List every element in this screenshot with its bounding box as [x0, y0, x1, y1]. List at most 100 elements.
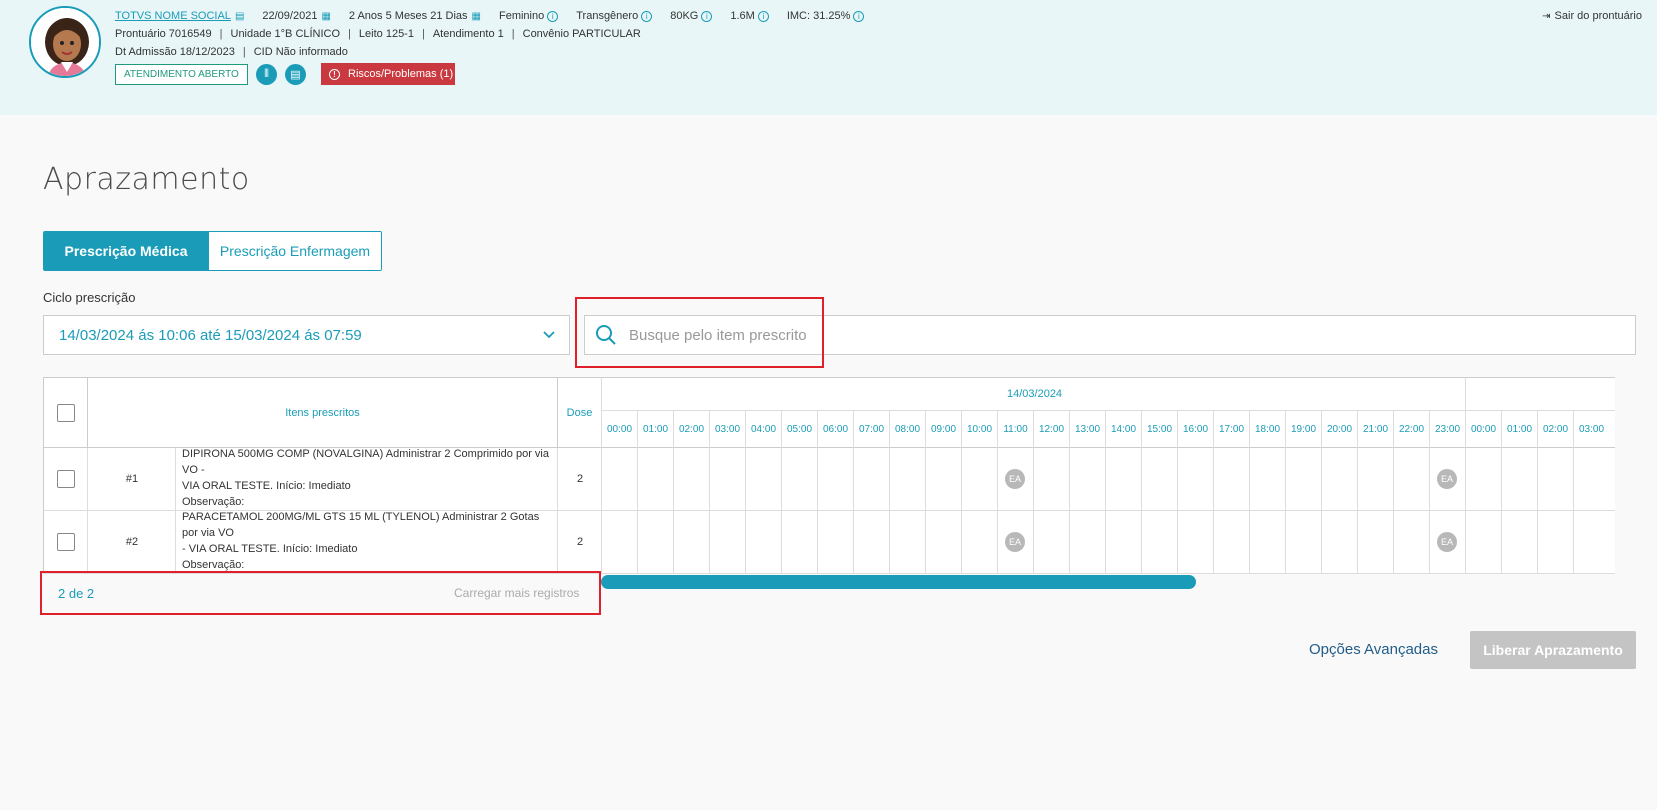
header-dose-label: Dose: [566, 406, 593, 419]
schedule-cell[interactable]: [1069, 448, 1105, 511]
admission-date: Dt Admissão 18/12/2023: [115, 46, 235, 58]
date-label: 14/03/2024: [1007, 388, 1063, 400]
risks-button[interactable]: ! Riscos/Problemas (1): [321, 63, 455, 85]
schedule-cell[interactable]: [1465, 511, 1501, 574]
row-checkbox[interactable]: [57, 470, 75, 488]
schedule-cell[interactable]: [889, 511, 925, 574]
date-band: [1465, 377, 1615, 411]
schedule-cell[interactable]: [709, 511, 745, 574]
patient-admission-row: Dt Admissão 18/12/2023 | CID Não informad…: [115, 46, 348, 58]
schedule-cell[interactable]: [925, 448, 961, 511]
schedule-cell[interactable]: [889, 448, 925, 511]
schedule-cell[interactable]: [1393, 511, 1429, 574]
schedule-cell[interactable]: [1357, 448, 1393, 511]
exit-record-link[interactable]: ⇥ Sair do prontuário: [1542, 10, 1642, 22]
schedule-cell[interactable]: [1393, 448, 1429, 511]
tab-prescricao-medica[interactable]: Prescrição Médica: [44, 232, 208, 270]
schedule-cell[interactable]: [1177, 511, 1213, 574]
schedule-cell[interactable]: [1213, 511, 1249, 574]
schedule-cell[interactable]: [1537, 448, 1573, 511]
info-icon[interactable]: i: [853, 10, 865, 22]
schedule-cell[interactable]: [1213, 448, 1249, 511]
schedule-cell[interactable]: [817, 448, 853, 511]
schedule-cell[interactable]: [781, 511, 817, 574]
attachment-icon[interactable]: ⦀: [256, 64, 277, 85]
schedule-cell[interactable]: [1573, 448, 1609, 511]
search-input[interactable]: [629, 326, 1429, 344]
row-dose: 2: [557, 448, 602, 511]
search-box[interactable]: [584, 315, 1636, 355]
hour-label: 10:00: [961, 411, 997, 448]
schedule-cell[interactable]: [1285, 511, 1321, 574]
schedule-cell[interactable]: [817, 511, 853, 574]
hour-label: 06:00: [817, 411, 853, 448]
info-icon[interactable]: i: [547, 10, 559, 22]
schedule-cell[interactable]: [673, 448, 709, 511]
schedule-cell[interactable]: [745, 511, 781, 574]
schedule-cell[interactable]: [637, 511, 673, 574]
schedule-cell[interactable]: [1537, 511, 1573, 574]
clipboard-icon[interactable]: ▤: [235, 11, 244, 22]
schedule-cell[interactable]: [1141, 511, 1177, 574]
schedule-cell[interactable]: [961, 448, 997, 511]
schedule-cell[interactable]: [1105, 448, 1141, 511]
schedule-cell[interactable]: [781, 448, 817, 511]
scheduled-mark[interactable]: EA: [1005, 532, 1025, 552]
leito: Leito 125-1: [358, 28, 414, 40]
advanced-options-link[interactable]: Opções Avançadas: [1309, 641, 1438, 658]
scheduled-mark[interactable]: EA: [1437, 469, 1457, 489]
schedule-cell[interactable]: [601, 448, 637, 511]
schedule-cell[interactable]: [1249, 448, 1285, 511]
schedule-cell[interactable]: [709, 448, 745, 511]
horizontal-scrollbar[interactable]: [601, 575, 1196, 589]
hour-label: 03:00: [709, 411, 745, 448]
row-select-cell: [43, 448, 88, 511]
schedule-cell[interactable]: [601, 511, 637, 574]
info-icon[interactable]: i: [701, 10, 713, 22]
scheduled-mark[interactable]: EA: [1005, 469, 1025, 489]
hour-label: 22:00: [1393, 411, 1429, 448]
hour-label: 20:00: [1321, 411, 1357, 448]
schedule-cell[interactable]: [745, 448, 781, 511]
schedule-cell[interactable]: [1069, 511, 1105, 574]
schedule-cell[interactable]: [1105, 511, 1141, 574]
item-observation: Observação:: [182, 495, 245, 508]
row-number: #2: [87, 511, 176, 574]
header-items-label: Itens prescritos: [285, 406, 360, 419]
ciclo-select[interactable]: 14/03/2024 ás 10:06 até 15/03/2024 ás 07…: [43, 315, 570, 355]
schedule-cell[interactable]: [853, 511, 889, 574]
load-more-link[interactable]: Carregar mais registros: [454, 586, 579, 600]
header-items-cell: Itens prescritos: [87, 377, 558, 448]
schedule-cell[interactable]: [1177, 448, 1213, 511]
hour-label: 14:00: [1105, 411, 1141, 448]
info-icon[interactable]: i: [641, 10, 653, 22]
schedule-cell[interactable]: [673, 511, 709, 574]
schedule-cell[interactable]: [925, 511, 961, 574]
schedule-cell[interactable]: [1033, 511, 1069, 574]
schedule-cell[interactable]: [1141, 448, 1177, 511]
schedule-cell[interactable]: [1321, 511, 1357, 574]
schedule-cell[interactable]: [1465, 448, 1501, 511]
schedule-row: EA EA: [601, 448, 1615, 511]
schedule-cell[interactable]: [853, 448, 889, 511]
hour-label: 13:00: [1069, 411, 1105, 448]
schedule-cell[interactable]: [1501, 511, 1537, 574]
schedule-cell[interactable]: [1321, 448, 1357, 511]
schedule-cell[interactable]: [1033, 448, 1069, 511]
schedule-cell[interactable]: [1249, 511, 1285, 574]
schedule-cell[interactable]: [1285, 448, 1321, 511]
schedule-cell[interactable]: [637, 448, 673, 511]
tab-prescricao-enfermagem[interactable]: Prescrição Enfermagem: [208, 232, 381, 270]
release-scheduling-button[interactable]: Liberar Aprazamento: [1470, 631, 1636, 669]
info-icon[interactable]: i: [757, 10, 769, 22]
document-icon[interactable]: ▤: [285, 64, 306, 85]
select-all-checkbox[interactable]: [56, 403, 75, 422]
schedule-cell[interactable]: [1357, 511, 1393, 574]
hour-label: 02:00: [673, 411, 709, 448]
row-checkbox[interactable]: [57, 533, 75, 551]
scheduled-mark[interactable]: EA: [1437, 532, 1457, 552]
schedule-cell[interactable]: [1501, 448, 1537, 511]
schedule-cell[interactable]: [961, 511, 997, 574]
patient-name-link[interactable]: TOTVS NOME SOCIAL: [115, 10, 231, 22]
schedule-cell[interactable]: [1573, 511, 1609, 574]
